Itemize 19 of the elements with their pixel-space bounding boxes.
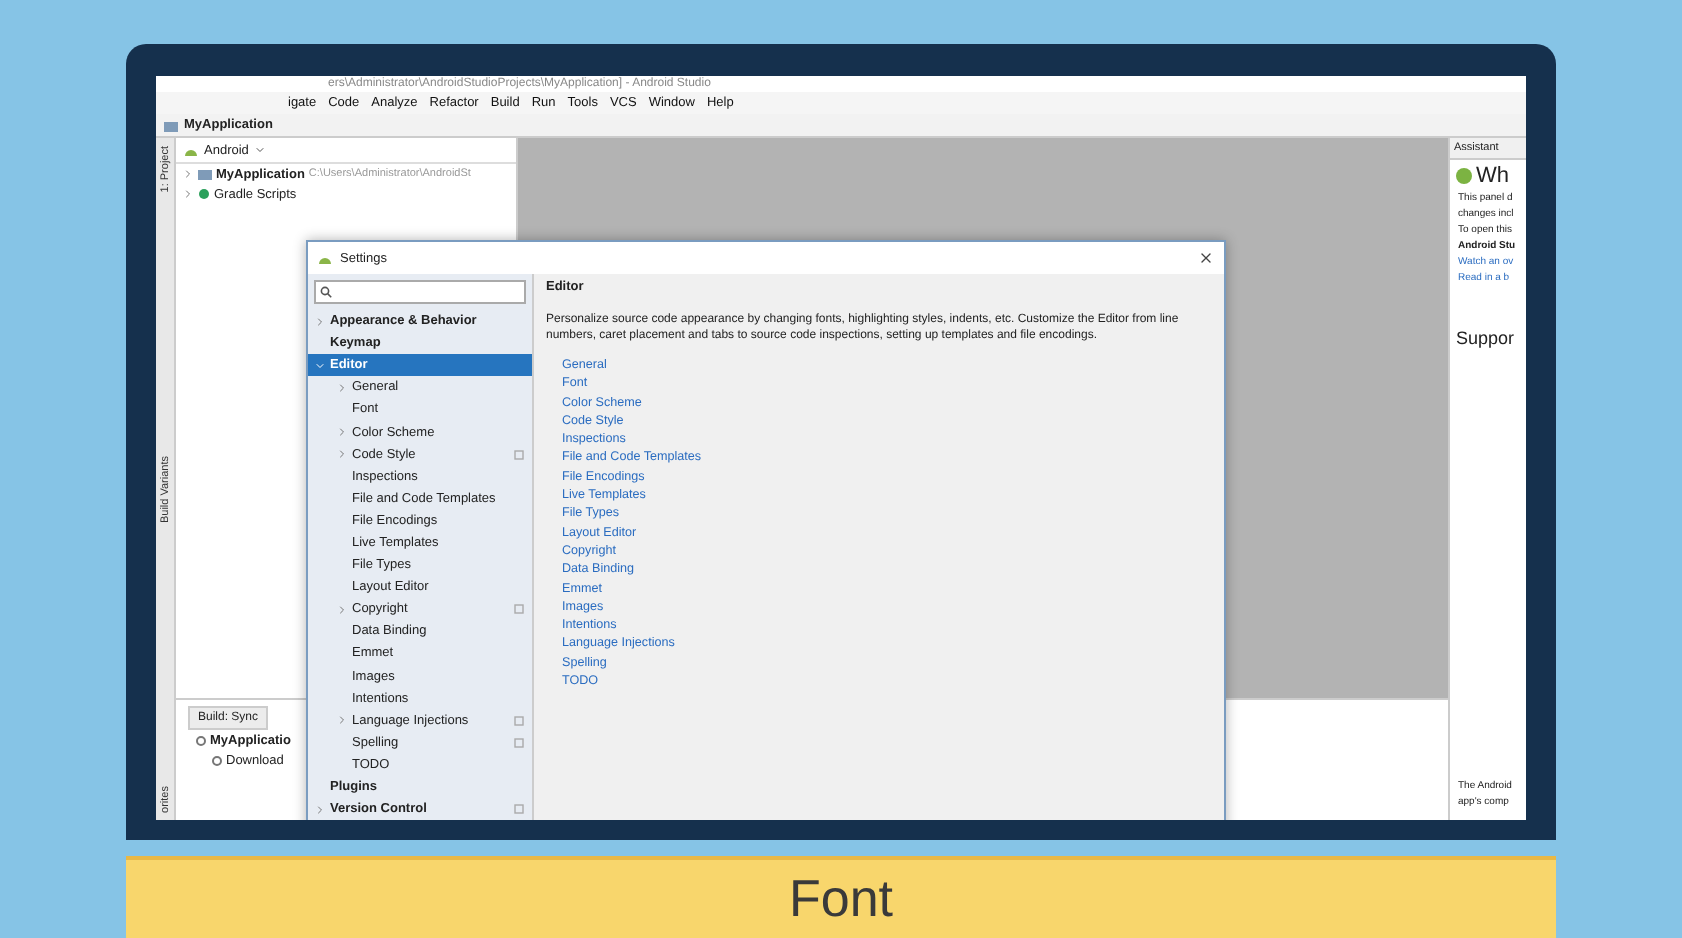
folder-icon: [164, 119, 178, 131]
copy-icon: [514, 604, 524, 615]
chevron-right-icon[interactable]: [314, 315, 326, 328]
search-icon: [320, 286, 332, 298]
dropdown-caret-icon[interactable]: [254, 144, 267, 156]
caption-text: Font: [126, 856, 1556, 938]
chevron-right-icon[interactable]: [336, 381, 348, 394]
chevron-down-icon[interactable]: [314, 359, 326, 372]
close-icon[interactable]: [1198, 250, 1214, 266]
chevron-right-icon[interactable]: [336, 714, 348, 727]
copy-icon: [514, 804, 524, 815]
search-field[interactable]: [314, 280, 526, 304]
assistant-section: Suppor: [1450, 328, 1526, 348]
copy-icon: [514, 449, 524, 460]
folder-icon: [198, 168, 212, 180]
chevron-right-icon[interactable]: [314, 803, 326, 816]
gradle-icon: [198, 188, 210, 200]
chevron-right-icon[interactable]: [336, 603, 348, 616]
assistant-heading: Wh: [1476, 164, 1509, 188]
